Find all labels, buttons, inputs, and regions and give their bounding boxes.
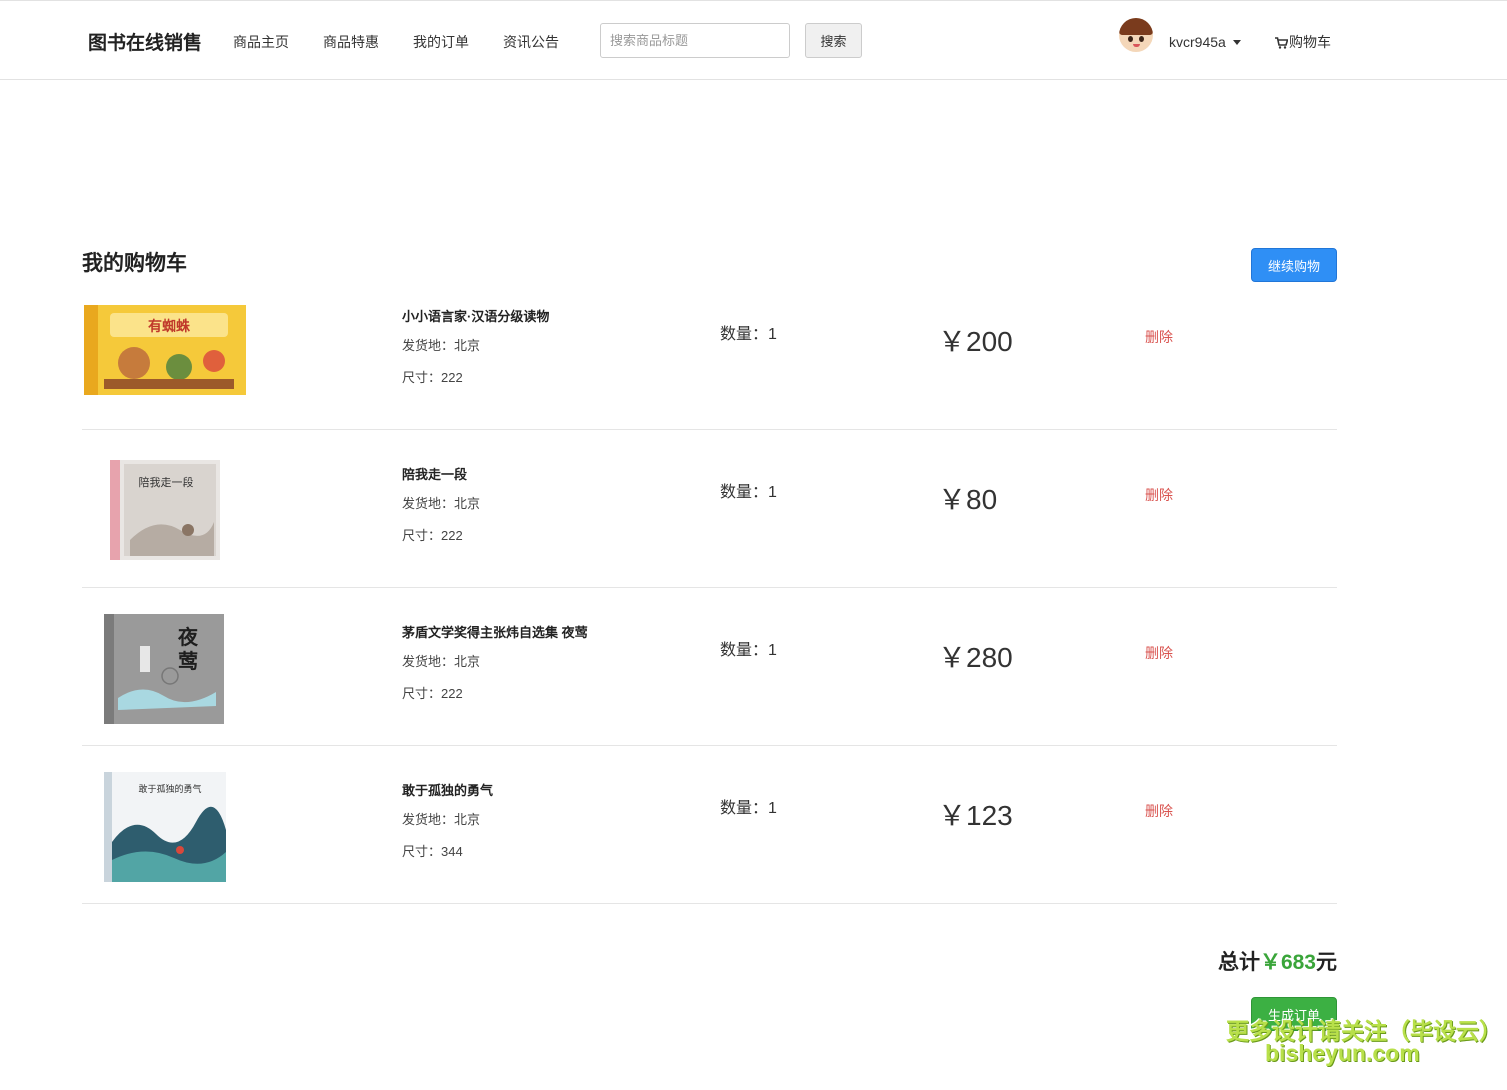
- svg-text:莺: 莺: [178, 649, 198, 673]
- book-cover-image: 夜 莺: [104, 614, 224, 724]
- item-size: 尺寸：222: [402, 686, 463, 701]
- item-quantity: 数量：1: [720, 484, 777, 501]
- item-name[interactable]: 敢于孤独的勇气: [402, 780, 493, 799]
- delete-item-link[interactable]: 删除: [1145, 327, 1173, 347]
- item-price: ￥80: [938, 484, 998, 515]
- item-origin: 发货地：北京: [402, 654, 481, 669]
- svg-text:夜: 夜: [177, 625, 199, 649]
- svg-text:有蜘蛛: 有蜘蛛: [148, 318, 191, 335]
- item-size: 尺寸：222: [402, 370, 463, 385]
- avatar[interactable]: [1119, 18, 1153, 52]
- shopping-cart-icon: [1275, 36, 1289, 49]
- nav-specials[interactable]: 商品特惠: [323, 32, 379, 52]
- item-origin: 发货地：北京: [402, 496, 481, 511]
- item-name[interactable]: 陪我走一段: [402, 464, 467, 483]
- cart-item-row: 夜 莺 茅盾文学奖得主张炜自选集 夜莺 发货地：北京 尺寸：222 数量：1 ￥…: [82, 588, 1337, 746]
- cart-item-row: 敢于孤独的勇气 敢于孤独的勇气 发货地：北京 尺寸：344 数量：1 ￥123 …: [82, 746, 1337, 904]
- delete-item-link[interactable]: 删除: [1145, 485, 1173, 505]
- item-origin: 发货地：北京: [402, 338, 481, 353]
- item-quantity: 数量：1: [720, 326, 777, 343]
- item-size: 尺寸：222: [402, 528, 463, 543]
- item-name[interactable]: 茅盾文学奖得主张炜自选集 夜莺: [402, 622, 588, 641]
- top-navbar: 图书在线销售 商品主页 商品特惠 我的订单 资讯公告 搜索 kvcr945a 购…: [0, 0, 1507, 80]
- book-cover-image: 陪我走一段: [110, 460, 220, 560]
- item-size: 尺寸：344: [402, 844, 463, 859]
- cart-item-row: 陪我走一段 陪我走一段 发货地：北京 尺寸：222 数量：1 ￥80 删除: [82, 430, 1337, 588]
- item-origin: 发货地：北京: [402, 812, 481, 827]
- item-price: ￥280: [938, 642, 1013, 673]
- delete-item-link[interactable]: 删除: [1145, 643, 1173, 663]
- watermark-url: bisheyun.com: [1265, 1040, 1420, 1066]
- item-quantity: 数量：1: [720, 642, 777, 659]
- search-button[interactable]: 搜索: [805, 23, 862, 58]
- total-label: 总计: [1217, 951, 1260, 974]
- item-price: ￥123: [938, 800, 1013, 831]
- brand-title[interactable]: 图书在线销售: [88, 28, 202, 55]
- cart-label: 购物车: [1289, 34, 1331, 50]
- total-amount: ￥683: [1259, 951, 1316, 974]
- item-price: ￥200: [938, 326, 1013, 357]
- caret-down-icon[interactable]: [1233, 40, 1241, 45]
- cart-total: 总计￥683元: [1218, 946, 1337, 976]
- svg-text:敢于孤独的勇气: 敢于孤独的勇气: [138, 783, 201, 795]
- search-input[interactable]: [600, 23, 790, 58]
- book-cover-image: 敢于孤独的勇气: [104, 772, 226, 882]
- username-dropdown[interactable]: kvcr945a: [1169, 34, 1226, 50]
- total-unit: 元: [1316, 951, 1337, 974]
- nav-home[interactable]: 商品主页: [233, 32, 289, 52]
- item-name[interactable]: 小小语言家·汉语分级读物: [402, 306, 549, 325]
- svg-text:陪我走一段: 陪我走一段: [139, 475, 194, 489]
- nav-orders[interactable]: 我的订单: [413, 32, 469, 52]
- cart-link[interactable]: 购物车: [1275, 32, 1331, 52]
- delete-item-link[interactable]: 删除: [1145, 801, 1173, 821]
- nav-news[interactable]: 资讯公告: [503, 32, 559, 52]
- book-cover-image: 有蜘蛛: [84, 305, 246, 395]
- item-quantity: 数量：1: [720, 800, 777, 817]
- cart-item-row: 有蜘蛛 小小语言家·汉语分级读物 发货地：北京 尺寸：222 数量：1 ￥200…: [82, 272, 1337, 430]
